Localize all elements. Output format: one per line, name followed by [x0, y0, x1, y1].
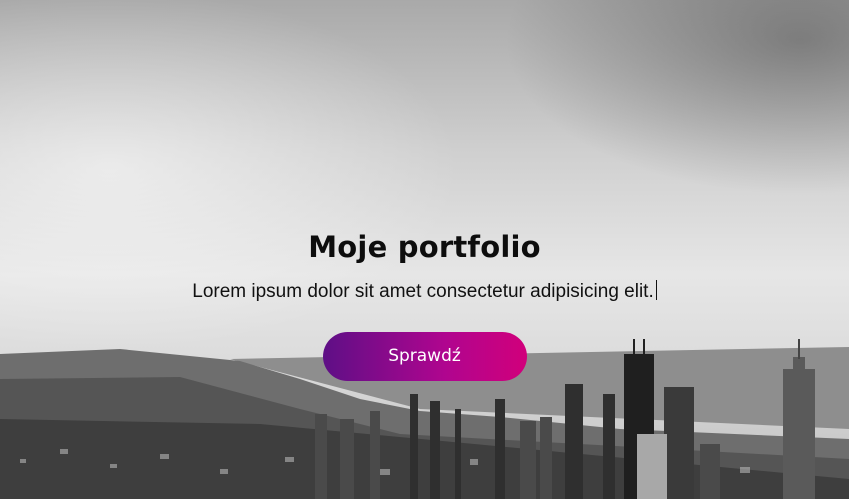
check-button[interactable]: Sprawdź	[322, 332, 527, 381]
hero-content: Moje portfolio Lorem ipsum dolor sit ame…	[0, 230, 849, 381]
typing-caret	[655, 280, 657, 300]
page-title: Moje portfolio	[308, 230, 541, 264]
hero-subtitle-text: Lorem ipsum dolor sit amet consectetur a…	[192, 281, 654, 302]
hero-subtitle: Lorem ipsum dolor sit amet consectetur a…	[192, 280, 657, 303]
hero-section: Moje portfolio Lorem ipsum dolor sit ame…	[0, 0, 849, 499]
